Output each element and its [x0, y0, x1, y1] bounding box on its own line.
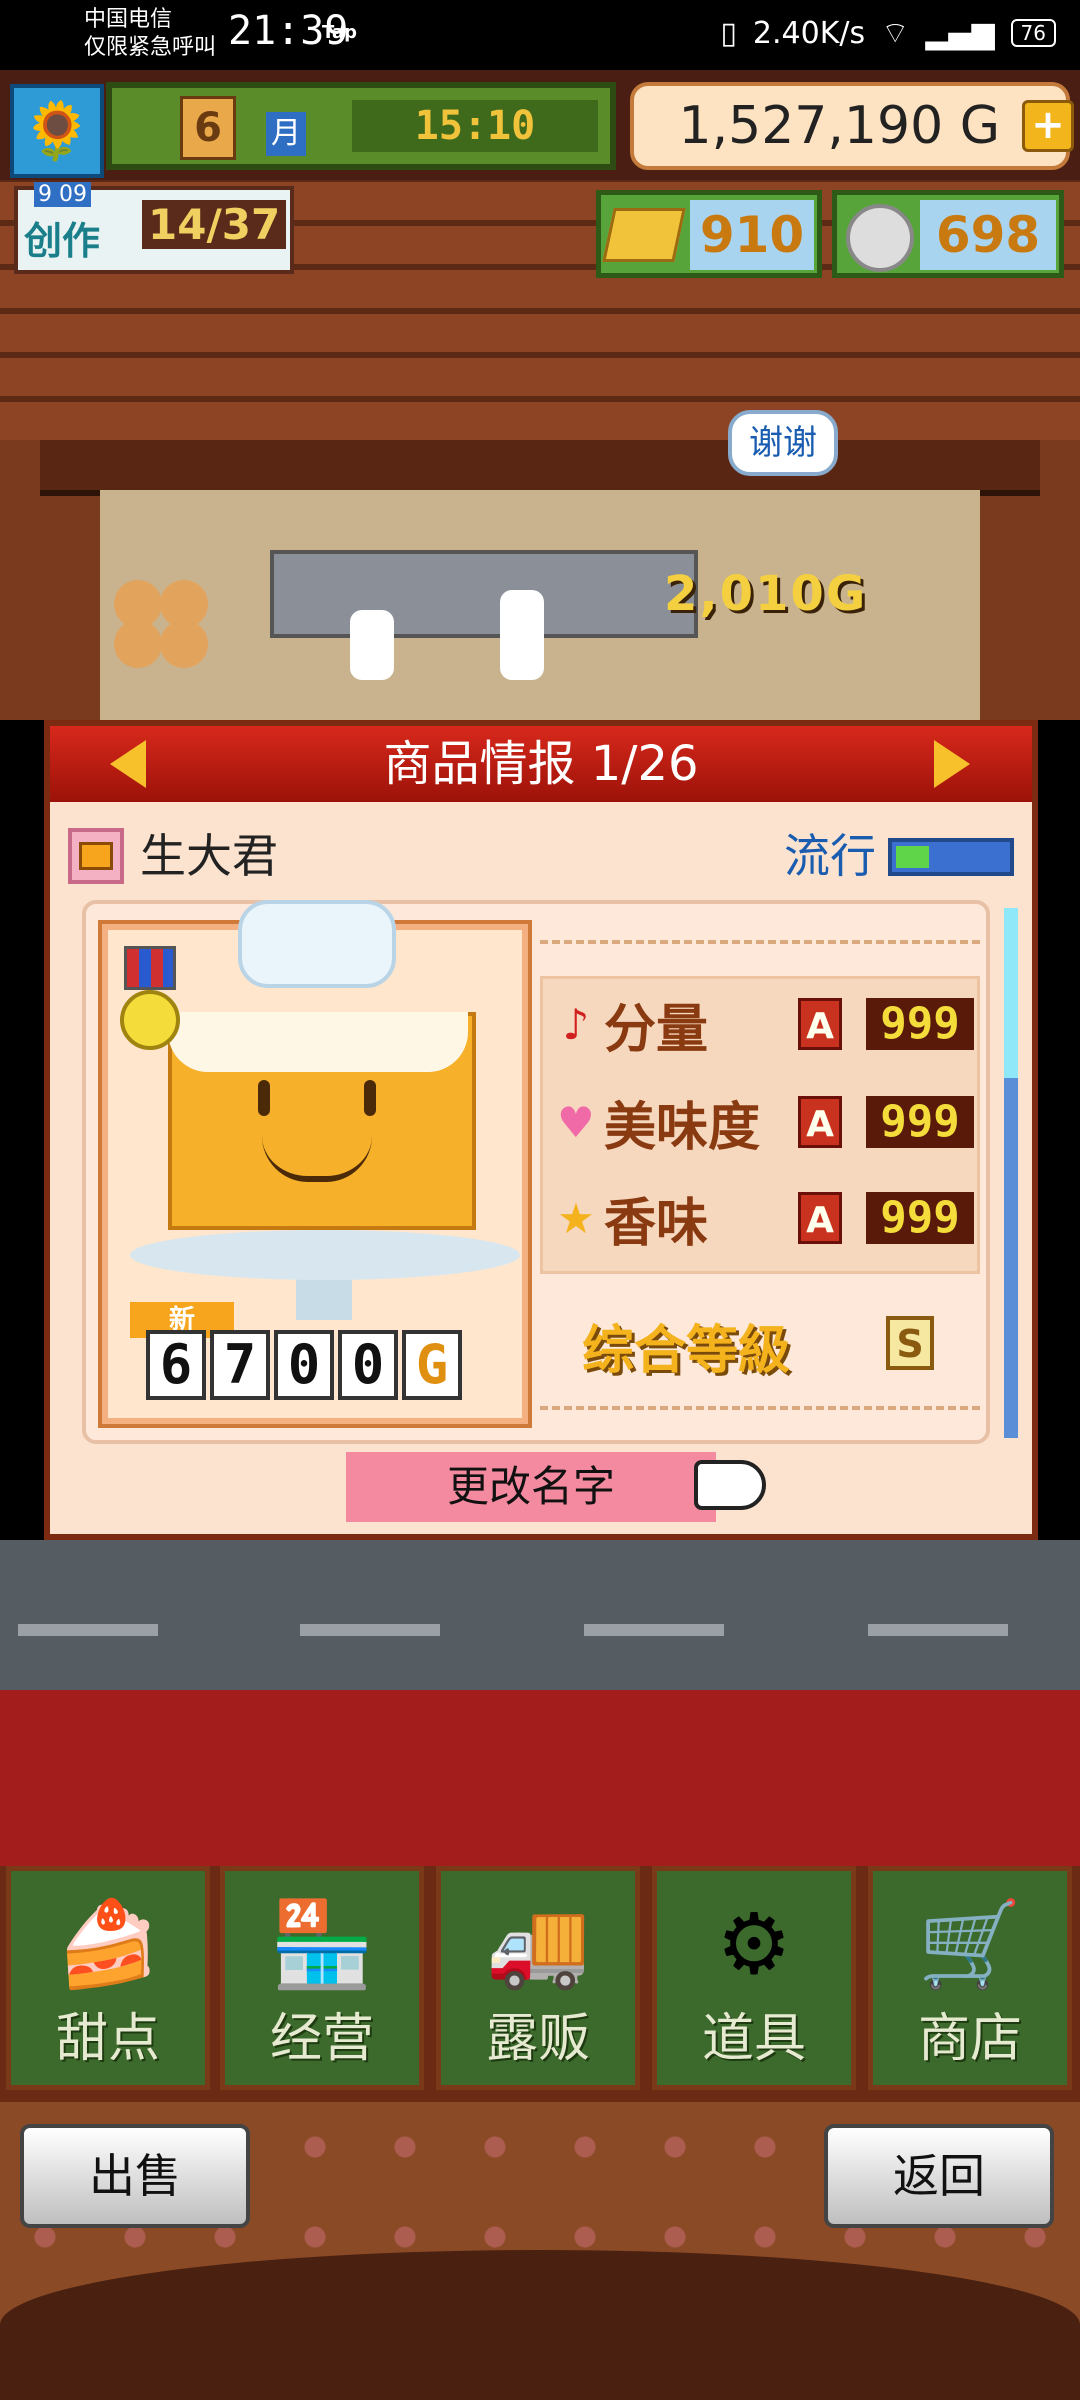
overall-grade: S: [886, 1316, 934, 1370]
music-note-icon: ♪: [562, 999, 590, 1049]
gold-value: 910: [690, 200, 814, 270]
menu-label: 经营: [269, 2009, 374, 2069]
stat-grade: A: [798, 1096, 842, 1148]
sell-button[interactable]: 出售: [20, 2124, 250, 2228]
menu-label: 甜点: [55, 2009, 160, 2069]
rename-button[interactable]: 更改名字: [346, 1452, 716, 1522]
scrollbar-thumb[interactable]: [1004, 908, 1018, 1078]
menu-items-button[interactable]: ⚙ 道具: [652, 1866, 856, 2090]
add-money-button[interactable]: +: [1022, 100, 1074, 152]
menu-dessert-button[interactable]: 🍰 甜点: [6, 1866, 210, 2090]
stat-row-volume: ♪ 分量 A 999: [548, 984, 978, 1064]
road-marking: [584, 1624, 724, 1636]
menu-stall-button[interactable]: 🚚 露贩: [436, 1866, 640, 2090]
road-marking: [868, 1624, 1008, 1636]
stat-label: 分量: [604, 999, 709, 1060]
carrier-line1: 中国电信: [84, 7, 173, 32]
money-value: 1,527,190: [678, 96, 944, 156]
thanks-speech-bubble: 谢谢: [728, 410, 838, 476]
cake-topper: [238, 900, 396, 988]
overall-rating-label: 综合等級: [582, 1321, 791, 1381]
bread-item: [160, 620, 208, 668]
pointing-hand-icon: [694, 1460, 766, 1510]
cake-eye-right: [364, 1080, 376, 1116]
carrier-line2: 仅限紧急呼叫: [84, 35, 217, 60]
silver-value: 698: [920, 200, 1056, 270]
oven-shelf: [270, 550, 698, 638]
price-digit: 0: [274, 1330, 334, 1400]
stat-row-taste: ♥ 美味度 A 999: [548, 1082, 978, 1162]
price-digit: 7: [210, 1330, 270, 1400]
cake-cream: [168, 1012, 468, 1072]
red-carpet: [0, 1690, 1080, 1866]
menu-label: 道具: [701, 2009, 806, 2069]
food-truck-icon: 🚚: [485, 1895, 591, 1993]
medal-icon: [120, 990, 180, 1050]
price-digit: 0: [338, 1330, 398, 1400]
gear-bag-icon: ⚙: [716, 1895, 792, 1993]
cake-plate: [130, 1230, 520, 1280]
stat-row-aroma: ★ 香味 A 999: [548, 1178, 978, 1258]
gold-bar-icon: [602, 208, 686, 262]
stat-value: 999: [866, 1192, 974, 1244]
stat-value: 999: [866, 1096, 974, 1148]
stat-grade: A: [798, 1192, 842, 1244]
name-tag-icon: [68, 828, 124, 884]
shop-building-icon: 🏪: [269, 1895, 375, 1993]
stat-value: 999: [866, 998, 974, 1050]
stat-label: 香味: [604, 1193, 709, 1254]
street-road: [0, 1540, 1080, 1690]
sale-popup: 2,010G: [664, 566, 868, 622]
menu-label: 商店: [917, 2009, 1022, 2069]
prev-arrow-icon[interactable]: [110, 740, 146, 788]
vibrate-icon: ▯: [720, 15, 737, 51]
road-marking: [18, 1624, 158, 1636]
status-right-icons: ▯ 2.40K/s ⌔ ▂▄▆ 76: [720, 14, 1056, 52]
signal-icon: ▂▄▆: [925, 15, 995, 51]
battery-icon: 76: [1010, 19, 1056, 47]
month-number: 6: [180, 96, 236, 160]
menu-label: 露贩: [485, 2009, 590, 2069]
stat-label: 美味度: [604, 1097, 761, 1158]
tap-indicator: Tap: [322, 22, 357, 43]
wifi-icon: ⌔: [881, 16, 910, 51]
status-bar: 中国电信 仅限紧急呼叫 21:39 Tap ▯ 2.40K/s ⌔ ▂▄▆ 76: [0, 0, 1080, 70]
bread-item: [114, 620, 162, 668]
trend-label: 流行: [784, 829, 876, 883]
month-label: 月: [266, 112, 306, 156]
footer-arch: [0, 2250, 1080, 2400]
carrier-text: 中国电信 仅限紧急呼叫: [84, 6, 216, 62]
medal-ribbon-icon: [124, 946, 176, 990]
heart-icon: ♥: [557, 1097, 595, 1147]
shopping-cart-icon: 🛒: [917, 1895, 1023, 1993]
stat-grade: A: [798, 998, 842, 1050]
panel-title: 商品情报 1/26: [383, 736, 699, 792]
sunflower-icon[interactable]: 🌻: [10, 84, 104, 178]
chef-character: [500, 590, 544, 680]
game-clock: 15:10: [352, 100, 598, 152]
craft-count: 14/37: [142, 200, 287, 249]
shop-awning: [40, 440, 1040, 496]
trend-bar-fill: [896, 846, 929, 868]
menu-manage-button[interactable]: 🏪 经营: [220, 1866, 424, 2090]
price-unit: G: [402, 1330, 462, 1400]
craft-label: 创作: [24, 219, 101, 263]
price-display: 6 7 0 0 G: [146, 1330, 462, 1400]
back-button[interactable]: 返回: [824, 2124, 1054, 2228]
cake-icon: 🍰: [55, 1895, 161, 1993]
money-unit: G: [959, 96, 1000, 156]
network-speed: 2.40K/s: [752, 15, 866, 51]
craft-date: 9 09: [34, 182, 91, 207]
price-digit: 6: [146, 1330, 206, 1400]
menu-store-button[interactable]: 🛒 商店: [868, 1866, 1072, 2090]
money-display: 1,527,190 G: [650, 92, 1000, 160]
product-name: 生大君: [140, 829, 278, 883]
star-icon: ★: [557, 1193, 595, 1243]
chef-character: [350, 610, 394, 680]
cake-eye-left: [258, 1080, 270, 1116]
next-arrow-icon[interactable]: [934, 740, 970, 788]
silver-coin-icon: [846, 204, 914, 272]
road-marking: [300, 1624, 440, 1636]
